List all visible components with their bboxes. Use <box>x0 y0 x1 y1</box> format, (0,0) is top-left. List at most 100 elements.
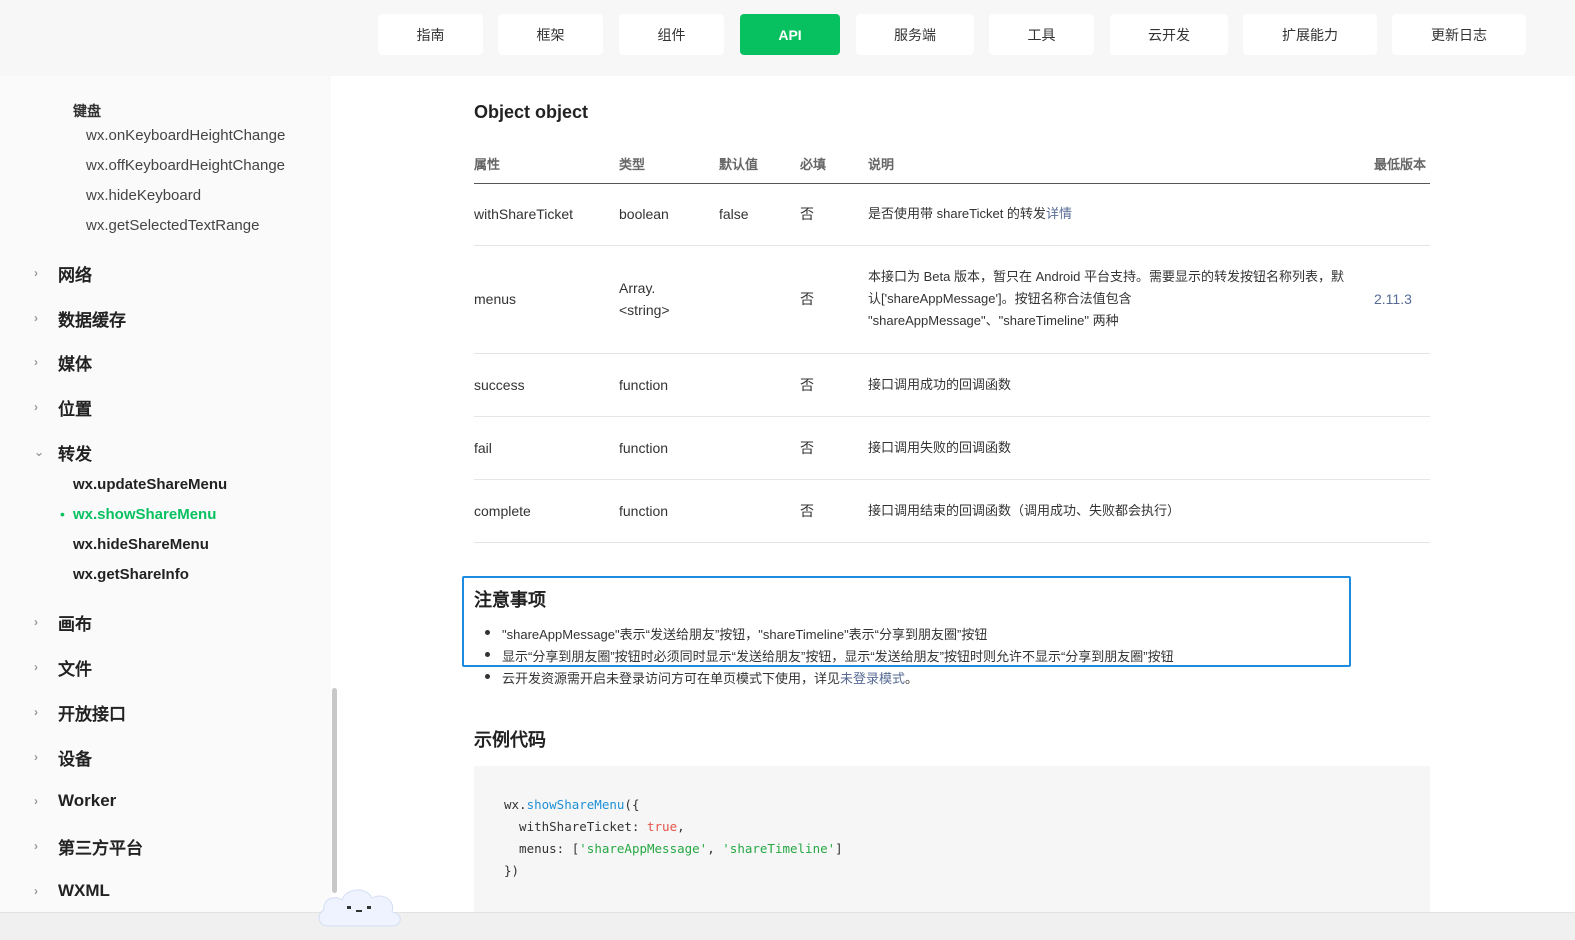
chevron-right-icon: › <box>34 355 38 369</box>
table-row: complete function 否 接口调用结束的回调函数（调用成功、失败都… <box>474 479 1430 543</box>
chevron-right-icon: › <box>34 794 38 808</box>
sidebar-category-network[interactable]: › 网络 <box>34 262 92 285</box>
nav-tools[interactable]: 工具 <box>989 14 1094 55</box>
bottom-bar <box>0 912 1575 940</box>
cell-name: menus <box>474 245 619 354</box>
top-navigation: 指南 框架 组件 API 服务端 工具 云开发 扩展能力 更新日志 <box>0 0 1575 76</box>
chevron-right-icon: › <box>34 311 38 325</box>
table-row: menus Array.<string> 否 本接口为 Beta 版本，暂只在 … <box>474 245 1430 354</box>
cell-default <box>719 245 800 354</box>
cell-required: 否 <box>800 416 868 480</box>
nav-framework[interactable]: 框架 <box>498 14 603 55</box>
nav-api[interactable]: API <box>740 14 840 55</box>
nav-components[interactable]: 组件 <box>619 14 724 55</box>
cell-version <box>1374 479 1430 543</box>
sidebar-item-updatesharemenu[interactable]: wx.updateShareMenu <box>73 476 227 493</box>
chevron-right-icon: › <box>34 266 38 280</box>
bullet-icon <box>485 630 490 635</box>
code-line: }) <box>504 863 520 878</box>
cell-name: withShareTicket <box>474 183 619 246</box>
cell-name: success <box>474 353 619 417</box>
notice-item: 显示“分享到朋友圈”按钮时必须同时显示“发送给朋友”按钮，显示“发送给朋友”按钮… <box>502 649 1174 664</box>
chevron-right-icon: › <box>34 400 38 414</box>
code-string: 'shareAppMessage' <box>579 841 708 856</box>
nav-extensions[interactable]: 扩展能力 <box>1243 14 1377 55</box>
code-boolean: true <box>647 819 678 834</box>
code-function: showShareMenu <box>526 797 625 812</box>
cell-version[interactable]: 2.11.3 <box>1374 245 1430 354</box>
column-header-required: 必填 <box>800 145 868 184</box>
code-token: menus: [ <box>504 841 580 856</box>
details-link[interactable]: 详情 <box>1046 206 1072 221</box>
table-header-row: 属性 类型 默认值 必填 说明 最低版本 <box>474 145 1430 184</box>
cell-required: 否 <box>800 183 868 246</box>
notice-text-end: 。 <box>905 671 919 686</box>
table-row: withShareTicket boolean false 否 是否使用带 sh… <box>474 183 1430 246</box>
column-header-property: 属性 <box>474 145 619 184</box>
chevron-right-icon: › <box>34 884 38 898</box>
sidebar-scrollbar-thumb[interactable] <box>332 688 337 893</box>
sidebar-category-file[interactable]: › 文件 <box>34 656 92 679</box>
sidebar-item-getselectedtextrange[interactable]: wx.getSelectedTextRange <box>86 217 259 234</box>
nav-changelog[interactable]: 更新日志 <box>1392 14 1526 55</box>
cell-type: function <box>619 353 719 417</box>
sidebar-category-share[interactable]: ⌄ 转发 <box>34 441 92 464</box>
chevron-down-icon: ⌄ <box>34 445 45 459</box>
sidebar-category-worker[interactable]: › Worker <box>34 790 116 812</box>
sidebar-category-label: 网络 <box>58 265 92 285</box>
sidebar-category-location[interactable]: › 位置 <box>34 396 92 419</box>
sidebar-item-onkeyboardheightchange[interactable]: wx.onKeyboardHeightChange <box>86 127 285 144</box>
bullet-icon <box>485 652 490 657</box>
column-header-default: 默认值 <box>719 145 800 184</box>
sidebar-category-open-api[interactable]: › 开放接口 <box>34 701 126 724</box>
code-token: wx. <box>504 797 527 812</box>
cell-description: 本接口为 Beta 版本，暂只在 Android 平台支持。需要显示的转发按钮名… <box>868 245 1374 354</box>
sidebar-category-label: 文件 <box>58 659 92 679</box>
chevron-right-icon: › <box>34 705 38 719</box>
code-token: ({ <box>624 797 640 812</box>
nav-cloud-dev[interactable]: 云开发 <box>1110 14 1228 55</box>
cell-version <box>1374 183 1430 246</box>
sidebar-category-label: Worker <box>58 791 117 810</box>
cell-default: false <box>719 183 800 246</box>
notice-item: "shareAppMessage"表示“发送给朋友”按钮，"shareTimel… <box>502 627 988 642</box>
sidebar-category-canvas[interactable]: › 画布 <box>34 611 92 634</box>
notice-item: 云开发资源需开启未登录访问方可在单页模式下使用，详见未登录模式。 <box>502 668 918 687</box>
code-token: ] <box>835 841 843 856</box>
cell-type: Array.<string> <box>619 245 719 354</box>
cell-name: fail <box>474 416 619 480</box>
code-block[interactable] <box>474 766 1430 912</box>
cell-required: 否 <box>800 353 868 417</box>
sidebar-category-label: 画布 <box>58 614 92 634</box>
sidebar-item-hidekeyboard[interactable]: wx.hideKeyboard <box>86 187 201 204</box>
cell-description: 是否使用带 shareTicket 的转发详情 <box>868 183 1374 246</box>
nav-server[interactable]: 服务端 <box>856 14 974 55</box>
sidebar-category-label: 开放接口 <box>58 704 126 724</box>
nav-guide[interactable]: 指南 <box>378 14 483 55</box>
chevron-right-icon: › <box>34 750 38 764</box>
sidebar-category-device[interactable]: › 设备 <box>34 746 92 769</box>
sidebar-category-storage[interactable]: › 数据缓存 <box>34 307 126 330</box>
sidebar-item-offkeyboardheightchange[interactable]: wx.offKeyboardHeightChange <box>86 157 285 174</box>
cell-name: complete <box>474 479 619 543</box>
active-bullet-icon: • <box>60 506 65 522</box>
cell-default <box>719 416 800 480</box>
bullet-icon <box>485 674 490 679</box>
sidebar-item-showsharemenu[interactable]: wx.showShareMenu <box>73 506 216 523</box>
cell-type: function <box>619 416 719 480</box>
cloud-mascot-icon[interactable] <box>314 880 406 930</box>
sidebar-category-label: 第三方平台 <box>58 838 143 858</box>
description-text: 是否使用带 shareTicket 的转发 <box>868 206 1046 221</box>
unlogged-mode-link[interactable]: 未登录模式 <box>840 671 905 686</box>
sidebar-item-getshareinfo[interactable]: wx.getShareInfo <box>73 566 189 583</box>
sidebar-category-media[interactable]: › 媒体 <box>34 351 92 374</box>
sidebar-category-third-party[interactable]: › 第三方平台 <box>34 835 143 858</box>
table-row: success function 否 接口调用成功的回调函数 <box>474 353 1430 417</box>
cell-default <box>719 353 800 417</box>
sidebar-item-hidesharemenu[interactable]: wx.hideShareMenu <box>73 536 209 553</box>
code-token: , <box>707 841 723 856</box>
chevron-right-icon: › <box>34 660 38 674</box>
cell-default <box>719 479 800 543</box>
sidebar-category-wxml[interactable]: › WXML <box>34 880 110 902</box>
column-header-description: 说明 <box>868 145 1374 184</box>
